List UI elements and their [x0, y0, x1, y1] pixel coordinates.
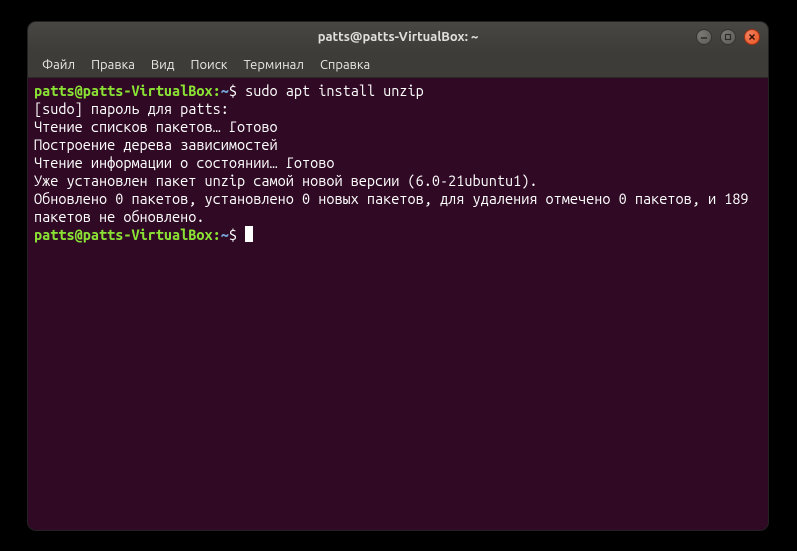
menu-help[interactable]: Справка	[312, 55, 378, 75]
maximize-button[interactable]	[720, 29, 736, 45]
menu-view[interactable]: Вид	[143, 55, 183, 75]
titlebar[interactable]: patts@patts-VirtualBox: ~	[28, 22, 768, 52]
prompt-dollar: $	[229, 226, 237, 243]
terminal-output-line: Уже установлен пакет unzip самой новой в…	[34, 172, 762, 190]
terminal-output-line: Чтение списков пакетов… Готово	[34, 118, 762, 136]
terminal-output-line: Построение дерева зависимостей	[34, 136, 762, 154]
prompt-path: ~	[221, 82, 229, 99]
menu-file[interactable]: Файл	[34, 55, 83, 75]
prompt-colon: :	[213, 82, 221, 99]
terminal-output-line: Обновлено 0 пакетов, установлено 0 новых…	[34, 190, 762, 226]
close-button[interactable]	[744, 29, 760, 45]
maximize-icon	[724, 33, 732, 41]
terminal-content[interactable]: patts@patts-VirtualBox:~$ sudo apt insta…	[28, 78, 768, 530]
menu-terminal[interactable]: Терминал	[235, 55, 311, 75]
prompt-user: patts@patts-VirtualBox	[34, 226, 213, 243]
window-controls	[696, 29, 760, 45]
menu-edit[interactable]: Правка	[83, 55, 143, 75]
terminal-line: patts@patts-VirtualBox:~$ sudo apt insta…	[34, 82, 762, 100]
prompt-user: patts@patts-VirtualBox	[34, 82, 213, 99]
menubar: Файл Правка Вид Поиск Терминал Справка	[28, 52, 768, 78]
terminal-window: patts@patts-VirtualBox: ~ Файл Правка Ви…	[28, 22, 768, 530]
menu-search[interactable]: Поиск	[182, 55, 235, 75]
terminal-output-line: Чтение информации о состоянии… Готово	[34, 154, 762, 172]
prompt-colon: :	[213, 226, 221, 243]
window-title: patts@patts-VirtualBox: ~	[28, 30, 768, 44]
minimize-icon	[700, 33, 708, 41]
command-text: sudo apt install unzip	[245, 82, 424, 99]
prompt-path: ~	[221, 226, 229, 243]
terminal-line: patts@patts-VirtualBox:~$	[34, 226, 762, 244]
close-icon	[748, 33, 756, 41]
cursor	[245, 226, 253, 242]
minimize-button[interactable]	[696, 29, 712, 45]
prompt-dollar: $	[229, 82, 237, 99]
terminal-output-line: [sudo] пароль для patts:	[34, 100, 762, 118]
